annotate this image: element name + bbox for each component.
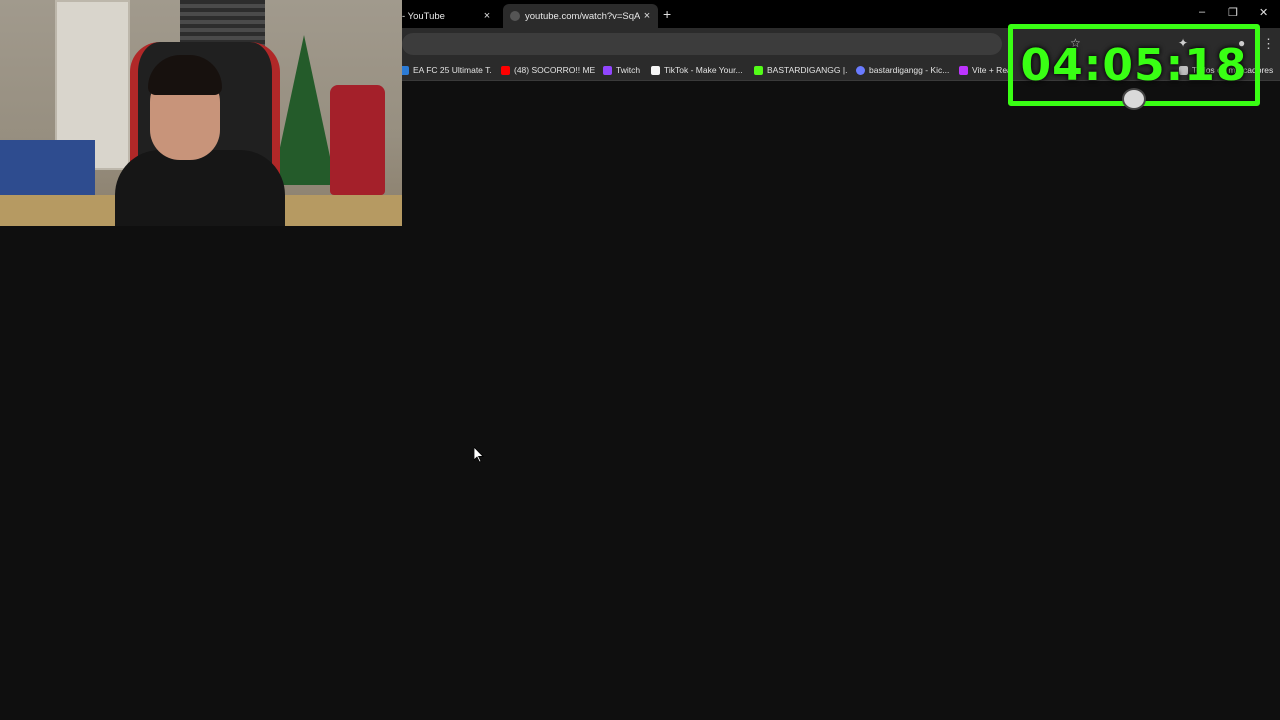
bookmark-item[interactable]: bastardigangg - Kic... [856, 64, 952, 76]
tab-close-icon[interactable]: × [640, 10, 654, 22]
tab-title: - YouTube [402, 10, 445, 22]
bookmark-item[interactable]: Vite + Rea [959, 64, 1009, 76]
bookmark-item[interactable]: BASTARDIGANGG |... [754, 64, 848, 76]
close-window-button[interactable]: ✕ [1259, 6, 1268, 19]
bookmark-label: EA FC 25 Ultimate T... [413, 65, 492, 75]
kick-icon [754, 65, 763, 75]
bookmark-label: Twitch [616, 65, 641, 75]
tab-youtube[interactable]: - YouTube × [402, 4, 498, 28]
bookmark-item[interactable]: EA FC 25 Ultimate T... [400, 64, 492, 76]
new-tab-button[interactable]: + [663, 6, 671, 22]
tab-close-icon[interactable]: × [480, 10, 494, 22]
bookmark-favicon-icon [856, 65, 865, 75]
bookmark-item[interactable]: Twitch [603, 64, 645, 76]
vite-icon [959, 65, 968, 75]
tab-title: youtube.com/watch?v=SqAGW [525, 10, 640, 22]
bookmark-label: (48) SOCORRO!! ME... [514, 65, 596, 75]
browser-menu-button[interactable]: ⋮ [1262, 36, 1275, 52]
twitch-icon [603, 65, 612, 75]
minimize-button[interactable]: – [1199, 6, 1205, 18]
bookmark-item[interactable]: (48) SOCORRO!! ME... [501, 64, 596, 76]
bookmark-item[interactable]: TikTok - Make Your... [651, 64, 747, 76]
mouse-cursor-icon [474, 447, 484, 463]
address-bar[interactable] [402, 33, 1002, 55]
webcam-overlay [0, 0, 402, 226]
youtube-icon [501, 65, 510, 75]
restore-button[interactable]: ❐ [1228, 6, 1238, 19]
timer-value: 04:05:18 [1020, 39, 1248, 91]
bookmark-label: TikTok - Make Your... [664, 65, 743, 75]
tiktok-icon [651, 65, 660, 75]
bookmark-label: bastardigangg - Kic... [869, 65, 950, 75]
tab-youtube-watch[interactable]: youtube.com/watch?v=SqAGW × [503, 4, 658, 28]
bookmark-label: BASTARDIGANGG |... [767, 65, 848, 75]
loading-icon [510, 11, 520, 21]
bookmark-label: Vite + Rea [972, 65, 1009, 75]
avatar [1122, 88, 1146, 110]
